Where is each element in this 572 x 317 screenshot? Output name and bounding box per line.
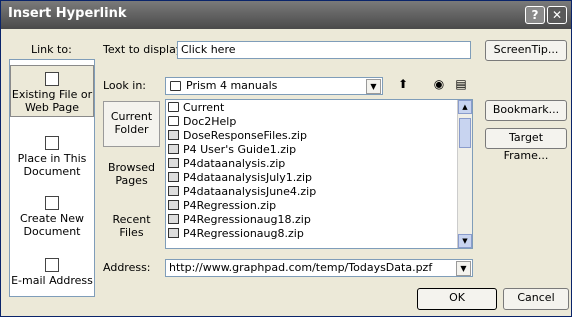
zip-file-icon (168, 158, 179, 168)
new-document-icon (45, 196, 59, 210)
list-item[interactable]: P4dataanalysis.zip (168, 157, 285, 171)
list-item[interactable]: Current (168, 101, 224, 115)
cancel-button[interactable]: Cancel (503, 288, 569, 310)
tab-recent-files[interactable]: Recent Files (103, 213, 160, 243)
chevron-down-icon[interactable]: ▼ (366, 79, 381, 94)
close-button[interactable]: ✕ (547, 6, 567, 24)
look-in-label: Look in: (103, 79, 146, 92)
link-existing-file-or-web-page[interactable]: Existing File or Web Page (10, 65, 94, 117)
text-to-display-label: Text to display: (103, 43, 186, 56)
target-frame-button[interactable]: Target Frame... (485, 128, 567, 162)
scroll-up-icon[interactable]: ▲ (458, 100, 472, 114)
file-list[interactable]: Current Doc2Help DoseResponseFiles.zip P… (165, 99, 473, 249)
tab-current-folder[interactable]: Current Folder (103, 101, 160, 147)
zip-file-icon (168, 144, 179, 154)
title-bar[interactable]: Insert Hyperlink ? ✕ (1, 1, 571, 29)
list-item[interactable]: P4dataanalysisJune4.zip (168, 185, 316, 199)
text-to-display-input[interactable]: Click here (177, 41, 471, 59)
list-item[interactable]: P4dataanalysisJuly1.zip (168, 171, 312, 185)
link-to-bar: Existing File or Web Page Place in This … (9, 59, 95, 297)
zip-file-icon (168, 228, 179, 238)
list-item[interactable]: P4 User's Guide1.zip (168, 143, 296, 157)
web-page-icon (45, 72, 59, 86)
up-one-folder-icon[interactable]: ⬆ (393, 76, 413, 94)
file-list-scrollbar[interactable]: ▲ ▼ (457, 100, 472, 248)
screentip-button[interactable]: ScreenTip... (485, 40, 567, 61)
list-item[interactable]: Doc2Help (168, 115, 236, 129)
folder-icon (170, 81, 181, 91)
folder-icon (168, 116, 179, 126)
link-place-in-this-document[interactable]: Place in This Document (10, 136, 94, 186)
window-title: Insert Hyperlink (8, 6, 127, 21)
address-combo[interactable]: http://www.graphpad.com/temp/TodaysData.… (165, 259, 473, 277)
search-web-icon[interactable]: ◉ (429, 76, 449, 94)
list-item[interactable]: P4Regressionaug18.zip (168, 213, 311, 227)
zip-file-icon (168, 214, 179, 224)
link-to-label: Link to: (31, 43, 72, 56)
chevron-down-icon[interactable]: ▼ (456, 261, 471, 276)
insert-hyperlink-dialog: Insert Hyperlink ? ✕ Link to: Existing F… (0, 0, 572, 317)
address-label: Address: (103, 261, 151, 274)
link-create-new-document[interactable]: Create New Document (10, 196, 94, 246)
list-item[interactable]: P4Regression.zip (168, 199, 276, 213)
scroll-down-icon[interactable]: ▼ (458, 234, 472, 248)
folder-icon (168, 102, 179, 112)
tab-browsed-pages[interactable]: Browsed Pages (103, 161, 160, 191)
look-in-value: Prism 4 manuals (186, 79, 278, 92)
zip-file-icon (168, 172, 179, 182)
zip-file-icon (168, 186, 179, 196)
help-button[interactable]: ? (525, 6, 545, 24)
email-icon (45, 258, 59, 272)
address-value: http://www.graphpad.com/temp/TodaysData.… (169, 261, 433, 274)
document-place-icon (45, 136, 59, 150)
look-in-combo[interactable]: Prism 4 manuals ▼ (165, 77, 383, 95)
list-item[interactable]: DoseResponseFiles.zip (168, 129, 307, 143)
browse-file-icon[interactable]: ▤ (451, 76, 471, 94)
scrollbar-thumb[interactable] (459, 118, 471, 148)
list-item[interactable]: P4Regressionaug8.zip (168, 227, 304, 241)
zip-file-icon (168, 200, 179, 210)
ok-button[interactable]: OK (417, 288, 497, 310)
bookmark-button[interactable]: Bookmark... (485, 100, 567, 121)
link-email-address[interactable]: E-mail Address (10, 258, 94, 294)
zip-file-icon (168, 130, 179, 140)
